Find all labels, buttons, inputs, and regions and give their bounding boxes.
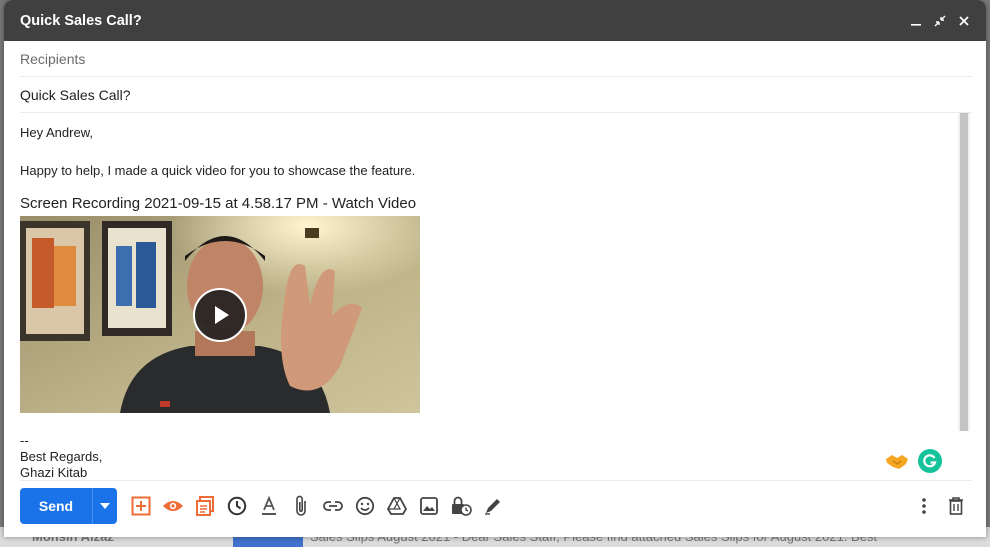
signature-regards: Best Regards, [20, 449, 103, 464]
eye-icon[interactable] [157, 490, 189, 522]
close-icon[interactable] [958, 14, 970, 28]
emoji-icon[interactable] [349, 490, 381, 522]
text-format-icon[interactable] [253, 490, 285, 522]
greeting-text: Hey Andrew, [20, 125, 93, 140]
video-thumbnail[interactable] [20, 216, 420, 413]
signature-dash: -- [20, 433, 29, 448]
extension-icons [884, 449, 942, 476]
send-group: Send [20, 487, 117, 524]
minimize-icon[interactable] [910, 14, 922, 28]
signature: -- Best Regards, Ghazi Kitab [20, 433, 950, 481]
link-icon[interactable] [317, 490, 349, 522]
compose-title: Quick Sales Call? [20, 12, 142, 29]
play-icon[interactable] [192, 287, 248, 343]
send-button[interactable]: Send [20, 487, 92, 524]
drive-icon[interactable] [381, 490, 413, 522]
signature-name: Ghazi Kitab [20, 465, 88, 480]
exit-fullscreen-icon[interactable] [934, 14, 946, 28]
trash-icon[interactable] [940, 490, 972, 522]
subject-field[interactable]: Quick Sales Call? [20, 77, 972, 113]
window-controls [910, 14, 970, 28]
chevron-down-icon [100, 502, 110, 509]
signature-icon[interactable] [477, 490, 509, 522]
confidential-icon[interactable] [445, 490, 477, 522]
compose-window: Quick Sales Call? Recipients Quick Sales… [4, 0, 986, 537]
clock-icon[interactable] [221, 490, 253, 522]
more-options-icon[interactable] [908, 490, 940, 522]
add-icon[interactable] [125, 490, 157, 522]
intro-text: Happy to help, I made a quick video for … [20, 163, 416, 178]
attach-icon[interactable] [285, 490, 317, 522]
grammarly-icon[interactable] [918, 449, 942, 476]
video-link[interactable]: Screen Recording 2021-09-15 at 4.58.17 P… [20, 195, 950, 212]
photo-icon[interactable] [413, 490, 445, 522]
compose-toolbar: Send [20, 480, 972, 530]
scrollbar-thumb[interactable] [960, 113, 968, 431]
handshake-icon[interactable] [884, 451, 910, 474]
subject-value: Quick Sales Call? [20, 86, 131, 103]
recipients-placeholder: Recipients [20, 50, 86, 67]
recipients-field[interactable]: Recipients [20, 41, 972, 77]
send-options-button[interactable] [92, 487, 117, 524]
templates-icon[interactable] [189, 490, 221, 522]
compose-titlebar[interactable]: Quick Sales Call? [4, 0, 986, 41]
message-body[interactable]: Hey Andrew, Happy to help, I made a quic… [4, 113, 986, 481]
